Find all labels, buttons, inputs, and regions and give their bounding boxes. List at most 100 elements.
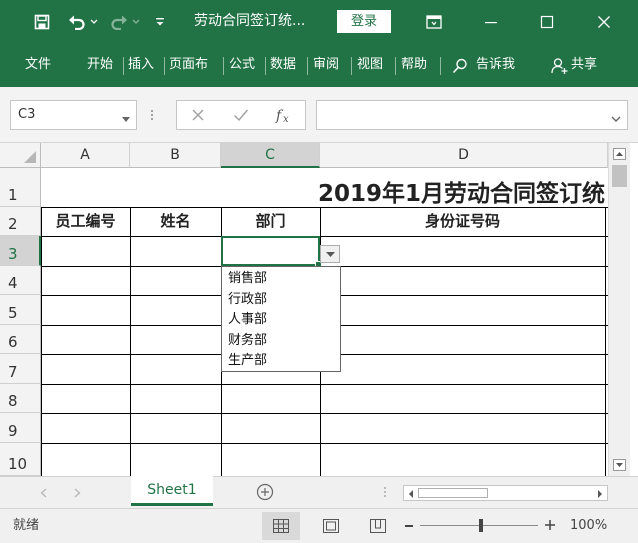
select-all-corner[interactable] [0,143,41,168]
column-header-b[interactable]: B [130,143,221,168]
close-icon[interactable] [590,0,618,43]
minimize-icon[interactable] [477,0,505,43]
prev-sheet-icon[interactable] [40,487,47,502]
tab-help[interactable]: 帮助 [401,43,427,87]
tab-separator [351,57,352,75]
table-border [605,207,606,476]
ribbon-tabs: 文件 开始 插入 页面布 公式 数据 审阅 视图 帮助 告诉我 共享 [0,43,638,87]
dropdown-option-finance[interactable]: 财务部 [228,331,340,352]
tab-separator [223,57,224,75]
row-header-4[interactable]: 4 [0,266,41,295]
formula-input[interactable] [316,100,628,130]
column-header-c[interactable]: C [221,143,320,168]
dropdown-option-production[interactable]: 生产部 [228,351,340,372]
row-number: 1 [8,186,18,204]
horizontal-scrollbar[interactable] [403,485,608,501]
tab-data[interactable]: 数据 [270,43,296,87]
table-border [130,207,131,476]
tab-formulas[interactable]: 公式 [229,43,255,87]
share-button[interactable]: 共享 [571,43,597,87]
next-sheet-icon[interactable] [74,487,81,502]
row-number: 6 [8,333,18,351]
zoom-out-icon[interactable] [405,525,413,527]
normal-view-button[interactable] [262,512,300,540]
page-break-preview-icon[interactable] [370,519,386,537]
save-icon[interactable] [30,0,54,43]
row-number: 3 [8,245,18,263]
insert-function-icon[interactable]: fx [275,106,295,128]
chevron-down-icon[interactable] [122,112,130,127]
tab-view[interactable]: 视图 [357,43,383,87]
maximize-icon[interactable] [533,0,561,43]
column-header-a[interactable]: A [41,143,130,168]
enter-check-icon[interactable] [233,108,249,126]
name-box-value: C3 [18,107,36,122]
svg-text:x: x [283,114,289,124]
row-header-1[interactable]: 1 [0,168,41,207]
zoom-in-icon[interactable] [544,519,556,535]
horizontal-scroll-thumb[interactable] [418,488,488,498]
scroll-right-icon[interactable] [596,488,604,503]
validation-dropdown-button[interactable] [320,245,340,263]
drag-handle-icon[interactable] [150,109,154,125]
lightbulb-search-icon[interactable] [452,58,468,74]
column-header-d[interactable]: D [320,143,608,168]
login-button[interactable]: 登录 [337,10,391,33]
title-bar: 劳动合同签订统... 登录 [0,0,638,43]
tab-separator [440,57,441,75]
zoom-level[interactable]: 100% [570,509,607,543]
expand-formula-bar-icon[interactable] [611,112,621,127]
scroll-down-icon[interactable] [613,459,626,475]
redo-dropdown-icon[interactable] [131,0,141,43]
header-cell-employee-id[interactable]: 员工编号 [41,207,130,236]
row-header-5[interactable]: 5 [0,295,41,325]
vertical-scrollbar[interactable] [608,143,630,476]
row-number: 2 [8,215,18,233]
redo-icon[interactable] [108,0,130,43]
header-cell-id-number[interactable]: 身份证号码 [320,207,605,236]
dropdown-option-admin[interactable]: 行政部 [228,290,340,311]
dropdown-option-sales[interactable]: 销售部 [228,269,340,290]
header-cell-department[interactable]: 部门 [221,207,320,236]
share-person-icon[interactable] [551,57,569,75]
page-layout-view-icon[interactable] [323,519,339,537]
scroll-left-icon[interactable] [407,488,415,503]
selected-cell-c3[interactable] [221,236,320,266]
row-header-3[interactable]: 3 [0,236,41,266]
cancel-icon[interactable] [191,108,205,126]
name-box[interactable]: C3 [10,100,137,130]
row-header-9[interactable]: 9 [0,413,41,443]
tab-home[interactable]: 开始 [87,43,113,87]
dropdown-option-hr[interactable]: 人事部 [228,310,340,331]
header-cell-name[interactable]: 姓名 [130,207,221,236]
tab-page-layout[interactable]: 页面布 [169,43,208,87]
row-header-7[interactable]: 7 [0,354,41,384]
tab-separator [395,57,396,75]
ribbon-display-options-icon[interactable] [422,0,446,43]
tab-separator [265,57,266,75]
tab-split-handle-icon[interactable] [383,486,387,502]
tab-file[interactable]: 文件 [25,43,51,87]
customize-toolbar-icon[interactable] [152,0,168,43]
scroll-up-icon[interactable] [613,148,626,164]
row-number: 10 [8,455,28,473]
tab-insert[interactable]: 插入 [128,43,154,87]
undo-icon[interactable] [66,0,88,43]
sheet-tab-active[interactable]: Sheet1 [131,476,213,506]
row-header-6[interactable]: 6 [0,325,41,354]
vertical-scroll-thumb[interactable] [612,165,627,187]
row-number: 4 [8,274,18,292]
row-header-10[interactable]: 10 [0,443,41,476]
zoom-slider-thumb[interactable] [479,519,483,532]
row-number: 5 [8,304,18,322]
row-header-2[interactable]: 2 [0,207,41,236]
tell-me-box[interactable]: 告诉我 [476,43,515,87]
sheet-title-cell[interactable]: 2019年1月劳动合同签订统 [50,169,605,207]
tab-review[interactable]: 审阅 [313,43,339,87]
add-sheet-icon[interactable] [256,483,274,505]
formula-buttons: fx [176,100,306,130]
undo-dropdown-icon[interactable] [89,0,99,43]
row-header-8[interactable]: 8 [0,384,41,413]
status-bar: 就绪 100% [0,508,638,543]
worksheet-grid[interactable]: A B C D 1 2 3 4 5 6 7 8 9 10 2019年1月劳动合同… [0,143,638,476]
